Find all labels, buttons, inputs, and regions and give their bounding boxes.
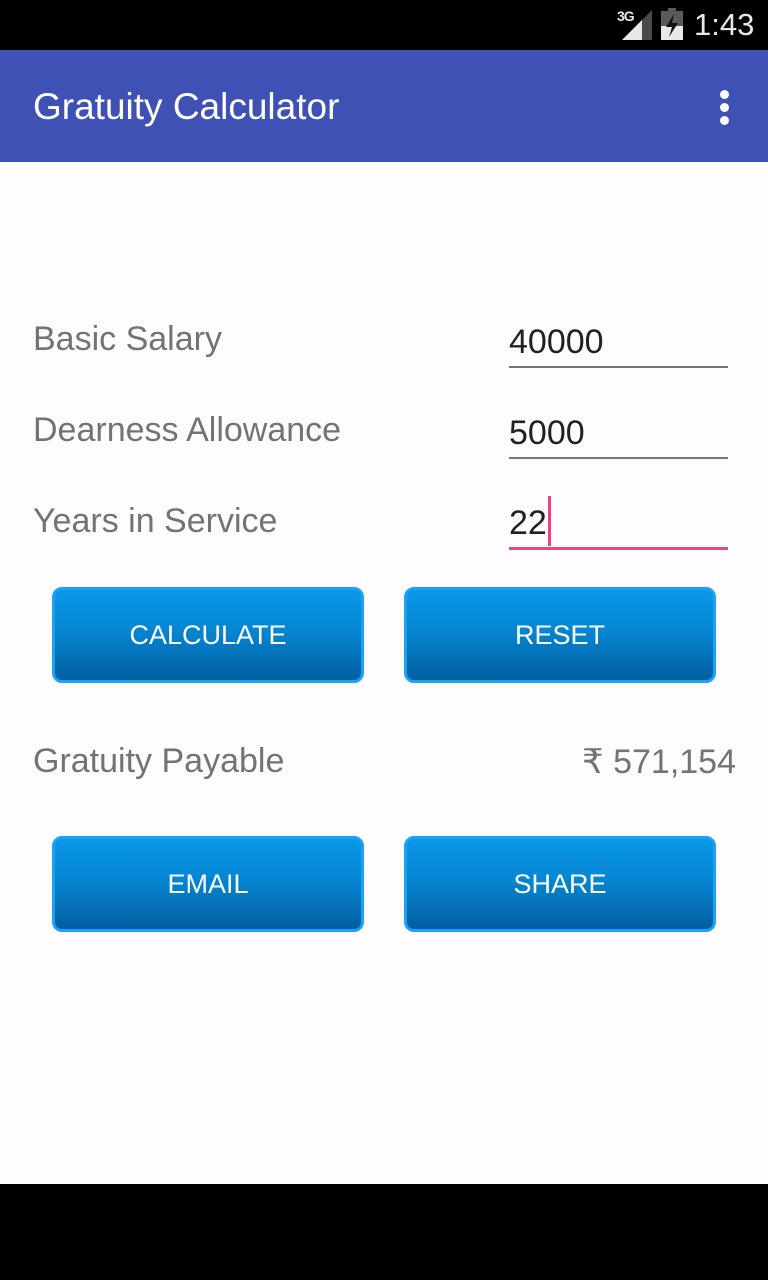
status-bar: 3G 1:43 <box>0 0 768 50</box>
app-bar: Gratuity Calculator <box>0 50 768 162</box>
signal-icon <box>622 10 652 40</box>
app-title: Gratuity Calculator <box>33 86 340 127</box>
basic-salary-input[interactable] <box>509 318 728 368</box>
gratuity-payable-label: Gratuity Payable <box>33 742 285 780</box>
gratuity-payable-value: ₹ 571,154 <box>582 743 736 781</box>
email-button[interactable]: EMAIL <box>52 836 364 932</box>
share-button[interactable]: SHARE <box>404 836 716 932</box>
dearness-allowance-label: Dearness Allowance <box>33 411 342 449</box>
text-cursor <box>548 496 551 546</box>
years-in-service-input[interactable] <box>509 500 728 550</box>
calculate-button[interactable]: CALCULATE <box>52 587 364 683</box>
dearness-allowance-input[interactable] <box>509 409 728 459</box>
years-in-service-label: Years in Service <box>33 502 278 540</box>
basic-salary-label: Basic Salary <box>33 320 222 358</box>
clock: 1:43 <box>694 7 755 42</box>
more-vert-icon[interactable] <box>712 88 736 128</box>
battery-charging-icon <box>661 8 683 40</box>
navigation-bar <box>0 1184 768 1280</box>
reset-button[interactable]: RESET <box>404 587 716 683</box>
